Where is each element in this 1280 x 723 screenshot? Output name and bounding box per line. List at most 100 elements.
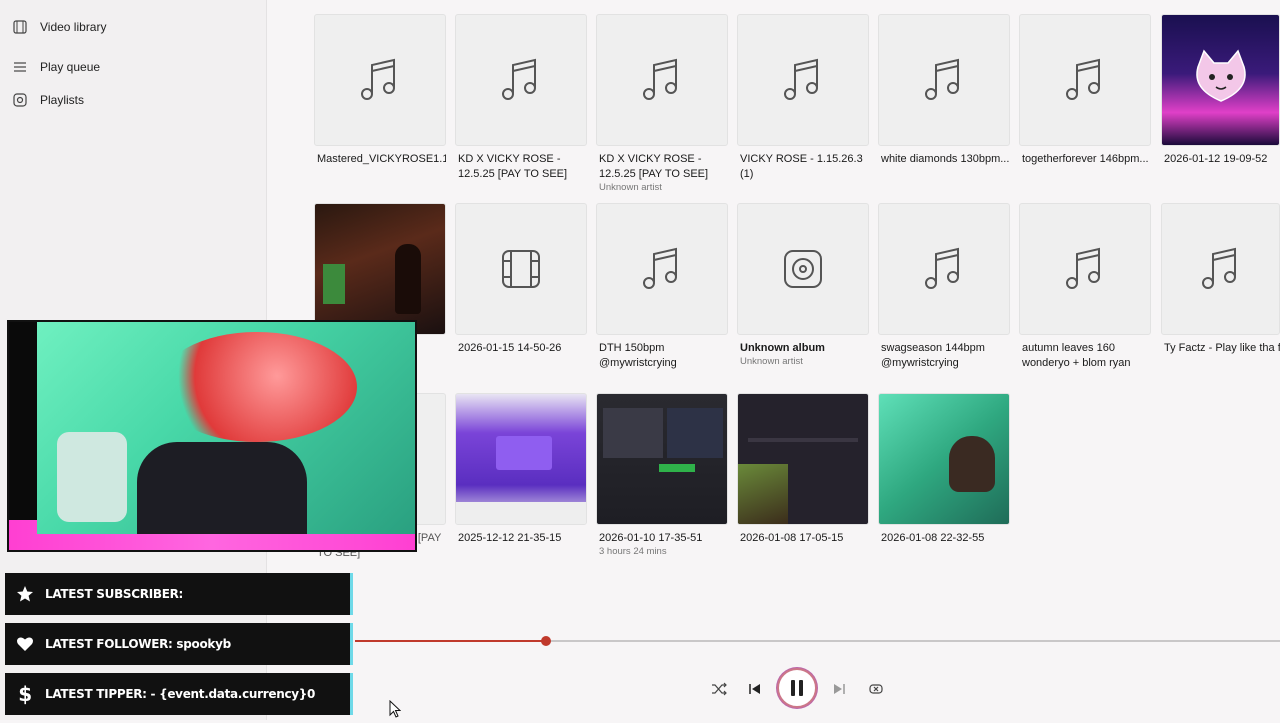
music-note-icon xyxy=(1066,247,1100,289)
tile-title: DTH 150bpm @mywristcrying xyxy=(599,342,677,369)
queue-icon xyxy=(12,59,28,75)
sidebar-item-playlists[interactable]: Playlists xyxy=(12,85,84,115)
music-note-icon xyxy=(502,58,536,100)
tile-title: autumn leaves 160 wonderyo + blom ryan xyxy=(1022,342,1131,369)
tile-thumbnail xyxy=(1019,203,1151,335)
previous-icon xyxy=(749,684,760,694)
tile-subtitle: Unknown artist xyxy=(740,356,803,367)
star-icon xyxy=(5,585,45,603)
repeat-icon xyxy=(869,684,883,694)
webcam-hair xyxy=(157,332,357,442)
thumb-face xyxy=(949,436,995,492)
sidebar-item-video-library[interactable]: Video library xyxy=(12,12,106,42)
media-tile[interactable]: autumn leaves 160 wonderyo + blom ryan xyxy=(1019,203,1151,371)
thumb-strip xyxy=(456,502,586,524)
thumb-panel xyxy=(603,408,663,458)
media-tile[interactable]: Ty Factz - Play like tha ft.Vicky rose &… xyxy=(1161,203,1280,356)
tile-thumbnail xyxy=(737,203,869,335)
previous-button[interactable] xyxy=(745,679,765,699)
tile-title: 2026-01-08 22-32-55 xyxy=(881,532,985,544)
tile-title: togetherforever 146bpm... xyxy=(1022,153,1149,165)
latest-tipper-bar: $ LATEST TIPPER: - {event.data.currency}… xyxy=(5,673,353,715)
tile-thumbnail xyxy=(1019,14,1151,146)
webcam-overlay xyxy=(7,320,417,552)
media-tile[interactable]: VICKY ROSE - 1.15.26.3 (1) xyxy=(737,14,869,182)
media-tile[interactable]: swagseason 144bpm @mywristcrying xyxy=(878,203,1010,371)
repeat-button[interactable] xyxy=(866,679,886,699)
webcam-body xyxy=(137,442,307,534)
thumb-bar xyxy=(659,464,695,472)
tile-title: swagseason 144bpm @mywristcrying xyxy=(881,342,985,369)
next-button[interactable] xyxy=(829,679,849,699)
media-tile[interactable]: 2026-01-12 19-09-52 xyxy=(1161,14,1280,167)
media-tile[interactable]: 2026-01-10 17-35-51 3 hours 24 mins xyxy=(596,393,728,557)
webcam-feed xyxy=(37,322,415,534)
media-tile[interactable]: 2026-01-15 14-50-26 xyxy=(455,203,587,356)
music-note-icon xyxy=(925,58,959,100)
media-tile[interactable]: Mastered_VICKYROSE1.15.26.31 xyxy=(314,14,446,167)
latest-subscriber-bar: LATEST SUBSCRIBER: xyxy=(5,573,353,615)
video-thumbnail xyxy=(1161,14,1280,146)
media-tile[interactable]: 2026-01-08 22-32-55 xyxy=(878,393,1010,546)
film-icon xyxy=(12,19,28,35)
tile-title: KD X VICKY ROSE - 12.5.25 [PAY TO SEE] xyxy=(458,153,568,180)
seek-progress xyxy=(355,640,546,642)
playlist-icon xyxy=(12,92,28,108)
sidebar-item-label: Video library xyxy=(40,20,107,34)
music-note-icon xyxy=(1066,58,1100,100)
music-note-icon xyxy=(361,58,395,100)
tile-title: Unknown album xyxy=(740,342,825,354)
media-tile[interactable]: togetherforever 146bpm... xyxy=(1019,14,1151,167)
shuffle-icon xyxy=(712,682,727,696)
album-icon xyxy=(784,250,822,288)
music-note-icon xyxy=(1201,247,1236,289)
thumb-figure xyxy=(395,244,421,314)
webcam-chair xyxy=(57,432,127,522)
thumb-webcam xyxy=(738,464,788,524)
media-tile[interactable]: DTH 150bpm @mywristcrying xyxy=(596,203,728,371)
tile-title: 2026-01-08 17-05-15 xyxy=(740,532,844,544)
next-icon xyxy=(834,684,845,694)
latest-tipper-text: LATEST TIPPER: - {event.data.currency}0 xyxy=(45,687,316,701)
tile-title: Ty Factz - Play like tha ft.Vicky rose &… xyxy=(1164,342,1280,354)
media-tile[interactable]: 2025-12-12 21-35-15 xyxy=(455,393,587,546)
video-thumbnail xyxy=(596,393,728,525)
sidebar-item-play-queue[interactable]: Play queue xyxy=(12,52,100,82)
tile-thumbnail xyxy=(878,203,1010,335)
seek-handle[interactable] xyxy=(541,636,551,646)
tile-title: white diamonds 130bpm... xyxy=(881,153,1010,165)
media-tile[interactable]: KD X VICKY ROSE - 12.5.25 [PAY TO SEE] U… xyxy=(596,14,728,193)
thumb-panel xyxy=(667,408,723,458)
tile-title: 2025-12-12 21-35-15 xyxy=(458,532,562,544)
tile-thumbnail xyxy=(737,14,869,146)
music-note-icon xyxy=(925,247,959,289)
media-tile[interactable]: 2026-01-08 17-05-15 xyxy=(737,393,869,546)
video-file-icon xyxy=(502,250,540,288)
cat-artwork-icon xyxy=(1195,49,1246,102)
latest-subscriber-text: LATEST SUBSCRIBER: xyxy=(45,587,184,601)
media-tile[interactable]: KD X VICKY ROSE - 12.5.25 [PAY TO SEE] xyxy=(455,14,587,182)
tile-thumbnail xyxy=(596,14,728,146)
tile-title: Mastered_VICKYROSE1.15.26.31 xyxy=(317,153,446,165)
media-tile[interactable]: Unknown album Unknown artist xyxy=(737,203,869,367)
latest-follower-bar: LATEST FOLLOWER: spookyb xyxy=(5,623,353,665)
video-thumbnail xyxy=(455,393,587,525)
sidebar-item-label: Playlists xyxy=(40,93,85,107)
tile-title: KD X VICKY ROSE - 12.5.25 [PAY TO SEE] xyxy=(599,153,709,180)
tile-thumbnail xyxy=(314,14,446,146)
tile-subtitle: Unknown artist xyxy=(599,182,662,193)
music-note-icon xyxy=(784,58,818,100)
media-tile[interactable]: white diamonds 130bpm... xyxy=(878,14,1010,167)
music-note-icon xyxy=(643,58,677,100)
heart-icon xyxy=(5,636,45,652)
tile-thumbnail xyxy=(596,203,728,335)
video-thumbnail xyxy=(314,203,446,335)
pause-icon xyxy=(791,680,803,696)
tile-duration: 3 hours 24 mins xyxy=(599,546,667,557)
pause-button[interactable] xyxy=(777,668,817,708)
shuffle-button[interactable] xyxy=(709,679,729,699)
video-thumbnail xyxy=(878,393,1010,525)
dollar-icon: $ xyxy=(18,682,32,706)
tile-title: 2026-01-12 19-09-52 xyxy=(1164,153,1268,165)
tile-thumbnail xyxy=(1161,203,1280,335)
